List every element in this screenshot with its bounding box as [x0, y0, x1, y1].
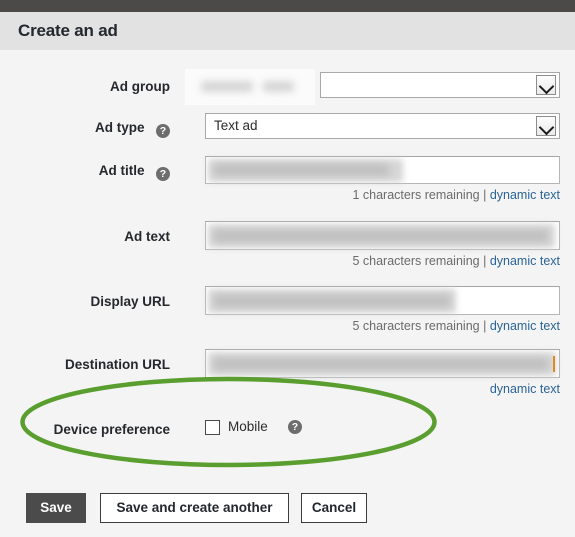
- helper-separator: |: [483, 188, 487, 202]
- save-and-create-another-button[interactable]: Save and create another: [100, 493, 289, 523]
- ad-group-select[interactable]: [320, 72, 560, 98]
- ad-text-char-count: 5 characters remaining: [352, 254, 480, 268]
- browser-chrome-strip: [0, 0, 575, 12]
- ad-text-helper: 5 characters remaining | dynamic text: [200, 254, 560, 268]
- panel-header: Create an ad: [0, 12, 575, 50]
- label-ad-type: Ad type: [95, 120, 145, 135]
- label-ad-group: Ad group: [110, 79, 170, 94]
- save-button[interactable]: Save: [26, 493, 86, 523]
- destination-url-helper: dynamic text: [200, 382, 560, 396]
- cancel-button[interactable]: Cancel: [301, 493, 367, 523]
- ad-title-char-count: 1 characters remaining: [352, 188, 480, 202]
- chevron-down-icon[interactable]: [536, 116, 556, 136]
- helper-separator: |: [483, 319, 487, 333]
- page-title: Create an ad: [18, 21, 118, 40]
- ad-group-context-redacted: [185, 69, 315, 105]
- dynamic-text-link[interactable]: dynamic text: [490, 382, 560, 396]
- ad-text-input[interactable]: [205, 221, 560, 250]
- dynamic-text-link[interactable]: dynamic text: [490, 188, 560, 202]
- mobile-checkbox-label[interactable]: Mobile: [228, 419, 268, 434]
- label-destination-url: Destination URL: [64, 357, 170, 372]
- create-ad-dialog: Create an ad Ad group Ad type ? Text ad …: [0, 0, 575, 537]
- help-icon[interactable]: ?: [288, 420, 302, 434]
- label-display-url: Display URL: [90, 294, 170, 309]
- help-icon[interactable]: ?: [156, 167, 170, 181]
- form-row-ad-group: Ad group: [0, 69, 575, 105]
- dynamic-text-link[interactable]: dynamic text: [490, 254, 560, 268]
- label-device-preference: Device preference: [53, 422, 170, 437]
- help-icon[interactable]: ?: [156, 124, 170, 138]
- display-url-char-count: 5 characters remaining: [352, 319, 480, 333]
- chevron-down-icon[interactable]: [536, 75, 556, 95]
- mobile-checkbox[interactable]: [205, 420, 220, 435]
- display-url-input[interactable]: [205, 286, 560, 315]
- display-url-helper: 5 characters remaining | dynamic text: [200, 319, 560, 333]
- form-row-ad-type: Ad type ? Text ad: [0, 113, 575, 143]
- ad-title-input[interactable]: [205, 156, 560, 184]
- text-caret: [553, 356, 555, 372]
- label-ad-text: Ad text: [124, 229, 170, 244]
- dynamic-text-link[interactable]: dynamic text: [490, 319, 560, 333]
- destination-url-input[interactable]: [205, 349, 560, 378]
- helper-separator: |: [483, 254, 487, 268]
- ad-form: Ad group Ad type ? Text ad Ad title ? 1 …: [0, 50, 575, 537]
- ad-title-helper: 1 characters remaining | dynamic text: [200, 188, 560, 202]
- ad-type-select-value: Text ad: [214, 118, 258, 133]
- ad-type-select[interactable]: Text ad: [205, 113, 560, 139]
- label-ad-title: Ad title: [98, 163, 145, 178]
